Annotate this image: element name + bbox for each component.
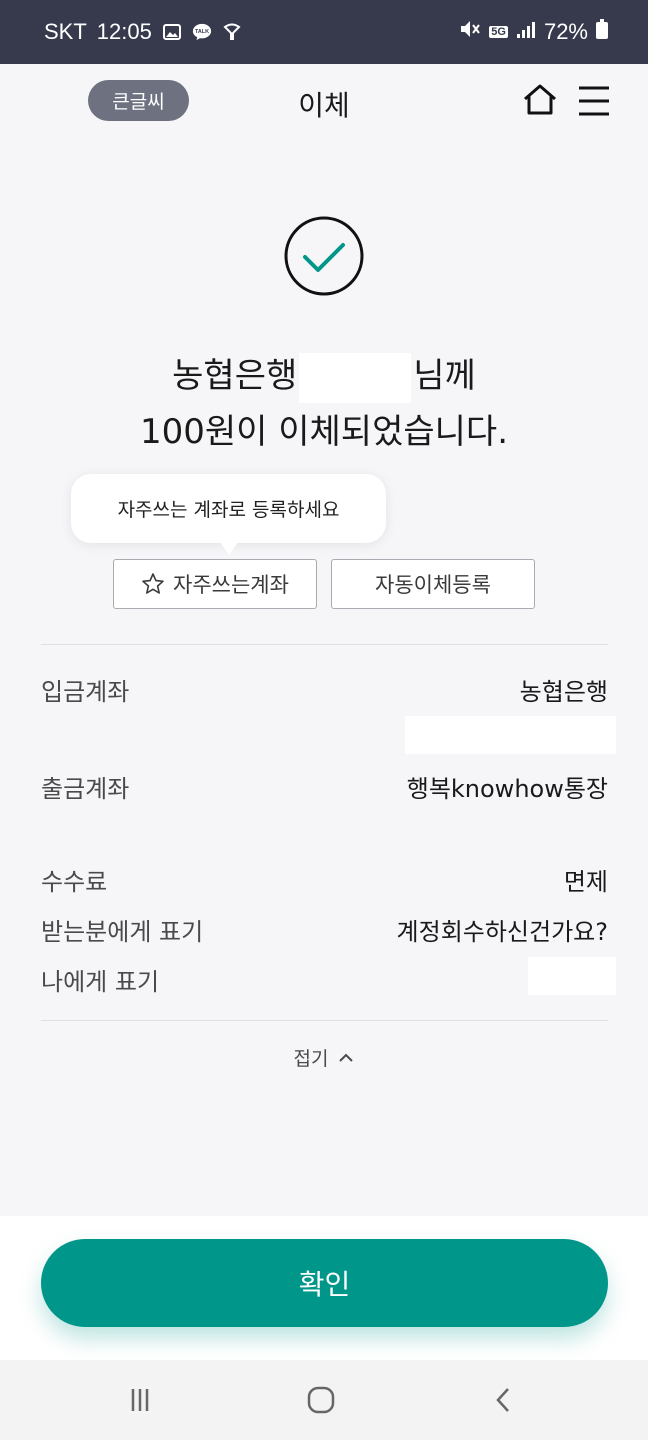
app-header: 큰글씨 이체 bbox=[0, 64, 648, 144]
time-label: 12:05 bbox=[96, 19, 152, 44]
status-bar: SKT 12:05 TALK 5G 72% bbox=[0, 0, 648, 64]
tooltip-text: 자주쓰는 계좌로 등록하세요 bbox=[117, 499, 340, 521]
deposit-account-label: 입금계좌 bbox=[41, 678, 130, 706]
chevron-up-icon bbox=[339, 1053, 354, 1062]
back-button[interactable] bbox=[484, 1380, 524, 1420]
mute-icon bbox=[459, 19, 481, 45]
my-memo-label: 나에게 표기 bbox=[41, 968, 160, 996]
redacted-account-number bbox=[405, 716, 616, 754]
recent-apps-button[interactable] bbox=[120, 1380, 160, 1420]
divider bbox=[41, 1020, 608, 1021]
menu-button[interactable] bbox=[574, 80, 614, 120]
navigation-bar bbox=[0, 1360, 648, 1440]
back-icon bbox=[496, 1388, 509, 1412]
transfer-recipient-line: 농협은행 님께 bbox=[0, 348, 648, 403]
withdraw-account-value: 행복knowhow통장 bbox=[406, 775, 608, 803]
recent-apps-icon bbox=[131, 1389, 149, 1411]
network-type-label: 5G bbox=[489, 26, 508, 38]
deposit-account-value: 농협은행 bbox=[519, 678, 608, 706]
auto-transfer-button[interactable]: 자동이체등록 bbox=[331, 559, 535, 609]
fee-value: 면제 bbox=[563, 868, 608, 896]
home-circle-icon bbox=[307, 1386, 335, 1414]
fold-label: 접기 bbox=[293, 1048, 329, 1070]
confirm-button[interactable]: 확인 bbox=[41, 1239, 608, 1327]
redacted-my-memo bbox=[528, 957, 616, 995]
recipient-memo-label: 받는분에게 표기 bbox=[41, 918, 204, 946]
star-icon bbox=[142, 573, 164, 594]
divider bbox=[41, 644, 608, 645]
app-notification-icon bbox=[222, 22, 242, 42]
fold-toggle[interactable]: 접기 bbox=[0, 1044, 648, 1071]
recipient-memo-value: 계정회수하신건가요? bbox=[396, 918, 608, 946]
favorite-account-button[interactable]: 자주쓰는계좌 bbox=[113, 559, 317, 609]
svg-text:TALK: TALK bbox=[195, 29, 209, 35]
hamburger-menu-icon bbox=[579, 86, 609, 116]
home-nav-button[interactable] bbox=[301, 1380, 341, 1420]
home-button[interactable] bbox=[520, 80, 560, 120]
battery-percent: 72% bbox=[543, 19, 588, 44]
recipient-bank: 농협은행 bbox=[172, 356, 298, 396]
fee-label: 수수료 bbox=[41, 868, 108, 896]
success-check-icon bbox=[284, 216, 364, 296]
recipient-suffix: 님께 bbox=[413, 356, 476, 396]
kakaotalk-icon: TALK bbox=[192, 22, 212, 42]
auto-transfer-label: 자동이체등록 bbox=[375, 573, 491, 597]
transfer-result-message: 100원이 이체되었습니다. bbox=[139, 412, 509, 452]
redacted-recipient-name bbox=[299, 352, 412, 403]
home-icon bbox=[524, 84, 556, 115]
tooltip-tail bbox=[219, 541, 239, 555]
gallery-icon bbox=[162, 22, 182, 42]
favorite-tooltip: 자주쓰는 계좌로 등록하세요 bbox=[71, 474, 386, 543]
carrier-label: SKT bbox=[44, 19, 87, 44]
signal-icon bbox=[516, 19, 536, 45]
withdraw-account-label: 출금계좌 bbox=[41, 775, 130, 803]
battery-icon bbox=[596, 19, 608, 45]
favorite-account-label: 자주쓰는계좌 bbox=[173, 573, 289, 597]
